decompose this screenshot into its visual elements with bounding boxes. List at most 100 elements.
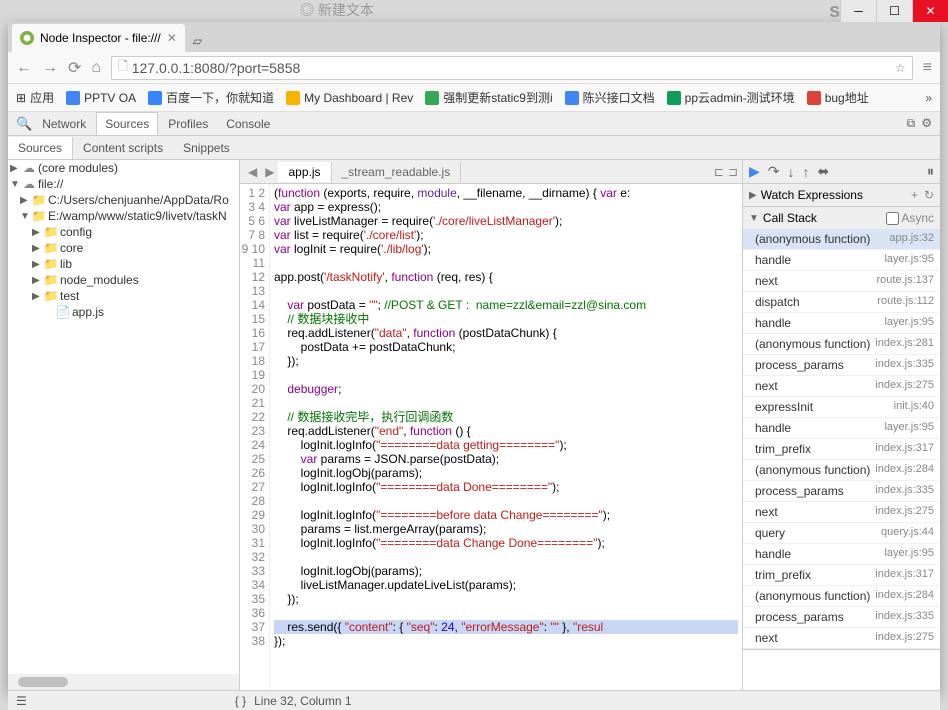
stack-frame[interactable]: nextroute.js:137 xyxy=(743,271,940,292)
tree-item-core-modules[interactable]: ▶☁(core modules) xyxy=(8,160,239,176)
drawer-toggle-icon[interactable]: ⧉ xyxy=(907,116,916,131)
add-watch-icon[interactable]: + xyxy=(911,188,918,202)
stack-frame[interactable]: handle layer.js:95 xyxy=(743,313,940,334)
stack-frame[interactable]: process_paramsindex.js:335 xyxy=(743,355,940,376)
home-button[interactable]: ⌂ xyxy=(91,59,101,77)
stack-frame[interactable]: handlelayer.js:95 xyxy=(743,418,940,439)
stack-frame[interactable]: trim_prefixindex.js:317 xyxy=(743,439,940,460)
callstack-header[interactable]: ▼ Call Stack Async xyxy=(743,207,940,229)
watch-section: ▶ Watch Expressions + ↻ xyxy=(743,184,940,207)
apps-button[interactable]: ⊞ 应用 xyxy=(16,89,54,106)
resume-button[interactable]: ▶ xyxy=(749,163,760,180)
settings-icon[interactable]: ⚙ xyxy=(921,116,932,131)
line-gutter: 1 2 3 4 5 6 7 8 9 10 11 12 13 14 15 16 1… xyxy=(240,184,270,690)
tree-item-appjs[interactable]: 📄app.js xyxy=(8,304,239,320)
bookmark-item[interactable]: 百度一下，你就知道 xyxy=(148,89,274,106)
sources-tab[interactable]: Sources xyxy=(96,112,158,135)
profiles-tab[interactable]: Profiles xyxy=(160,113,216,135)
url-field[interactable]: 🗋 127.0.0.1:8080/?port=5858 ☆ xyxy=(111,56,913,80)
editor-tab-stream[interactable]: _stream_readable.js xyxy=(332,162,462,182)
bookmark-icon xyxy=(148,91,162,105)
close-window-button[interactable]: ✕ xyxy=(912,0,948,22)
stack-frame[interactable]: (anonymous function)index.js:284 xyxy=(743,460,940,481)
step-out-button[interactable]: ↑ xyxy=(803,164,810,180)
stack-frame[interactable]: handlelayer.js:95 xyxy=(743,250,940,271)
stack-fn-name: handle xyxy=(755,421,791,435)
async-checkbox[interactable]: Async xyxy=(886,211,934,225)
snippets-subtab[interactable]: Snippets xyxy=(173,137,240,159)
stack-frame[interactable]: nextindex.js:275 xyxy=(743,628,940,649)
stack-frame[interactable]: nextindex.js:275 xyxy=(743,502,940,523)
stack-frame[interactable]: process_paramsindex.js:335 xyxy=(743,607,940,628)
toggle-panel-icon[interactable]: ⊐ xyxy=(728,165,738,179)
tree-item-test[interactable]: ▶📁test xyxy=(8,288,239,304)
pause-exceptions-button[interactable]: ⏸ xyxy=(927,163,934,180)
devtools-toolbar: 🔍 Network Sources Profiles Console ⧉ ⚙ xyxy=(8,112,940,136)
stack-frame[interactable]: expressInit init.js:40 xyxy=(743,397,940,418)
tree-item-config[interactable]: ▶📁config xyxy=(8,224,239,240)
node-icon: ⬢ xyxy=(20,31,34,45)
stack-fn-name: next xyxy=(755,505,778,519)
stack-frame[interactable]: trim_prefixindex.js:317 xyxy=(743,565,940,586)
inspect-icon[interactable]: 🔍 xyxy=(16,116,32,132)
bookmark-star-icon[interactable]: ☆ xyxy=(895,61,906,75)
tree-item-core[interactable]: ▶📁core xyxy=(8,240,239,256)
back-button[interactable]: ← xyxy=(16,59,32,77)
bookmark-item[interactable]: My Dashboard | Rev xyxy=(286,91,413,105)
bookmark-item[interactable]: 陈兴接口文档 xyxy=(565,89,655,106)
bookmark-item[interactable]: pp云admin-测试环境 xyxy=(667,89,795,106)
stack-location: layer.js:95 xyxy=(884,316,934,330)
reload-button[interactable]: ⟳ xyxy=(68,58,81,78)
sources-subtab[interactable]: Sources xyxy=(8,137,73,159)
stack-fn-name: handle xyxy=(755,316,791,330)
console-tab[interactable]: Console xyxy=(218,113,278,135)
browser-tab[interactable]: ⬢ Node Inspector - file:/// ✕ xyxy=(12,24,185,52)
forward-button[interactable]: → xyxy=(42,59,58,77)
folder-icon: 📁 xyxy=(32,193,46,207)
stack-frame[interactable]: dispatchroute.js:112 xyxy=(743,292,940,313)
tree-item-path[interactable]: ▼📁E:/wamp/www/static9/livetv/taskN xyxy=(8,208,239,224)
code-content[interactable]: (function (exports, require, module, __f… xyxy=(270,184,742,690)
stack-frame[interactable]: queryquery.js:44 xyxy=(743,523,940,544)
maximize-button[interactable]: ☐ xyxy=(876,0,912,22)
code-area[interactable]: 1 2 3 4 5 6 7 8 9 10 11 12 13 14 15 16 1… xyxy=(240,184,742,690)
stack-frame[interactable]: handlelayer.js:95 xyxy=(743,544,940,565)
stack-fn-name: expressInit xyxy=(755,400,813,414)
stack-frame[interactable]: (anonymous function)index.js:284 xyxy=(743,586,940,607)
editor-tab-appjs[interactable]: app.js xyxy=(278,162,331,182)
minimize-button[interactable]: ─ xyxy=(840,0,876,22)
next-tab-icon[interactable]: ▶ xyxy=(261,165,278,179)
step-over-button[interactable]: ↷ xyxy=(768,163,780,180)
menu-button[interactable]: ≡ xyxy=(923,59,932,77)
bookmark-bar: ⊞ 应用 PPTV OA 百度一下，你就知道 My Dashboard | Re… xyxy=(8,84,940,112)
tree-item-lib[interactable]: ▶📁lib xyxy=(8,256,239,272)
bookmark-overflow-button[interactable]: » xyxy=(925,91,932,105)
stack-location: init.js:40 xyxy=(894,400,934,414)
bookmark-item[interactable]: 强制更新static9到测i xyxy=(425,89,552,106)
stack-fn-name: process_params xyxy=(755,484,844,498)
stack-frame[interactable]: process_paramsindex.js:335 xyxy=(743,481,940,502)
bookmark-item[interactable]: PPTV OA xyxy=(66,91,136,105)
close-tab-icon[interactable]: ✕ xyxy=(167,31,177,45)
new-tab-button[interactable]: ▱ xyxy=(185,30,210,52)
bookmark-item[interactable]: bug地址 xyxy=(807,89,869,106)
tree-item-path[interactable]: ▶📁C:/Users/chenjuanhe/AppData/Ro xyxy=(8,192,239,208)
debug-panel: ▶ ↷ ↓ ↑ ⬌ ⏸ ▶ Watch Expressions + ↻ xyxy=(743,160,940,690)
tree-item-file[interactable]: ▼☁file:// xyxy=(8,176,239,192)
watch-header[interactable]: ▶ Watch Expressions + ↻ xyxy=(743,184,940,206)
toggle-sidebar-icon[interactable]: ⊏ xyxy=(714,165,724,179)
stack-location: query.js:44 xyxy=(881,526,934,540)
stack-frame[interactable]: nextindex.js:275 xyxy=(743,376,940,397)
tree-item-node-modules[interactable]: ▶📁node_modules xyxy=(8,272,239,288)
prev-tab-icon[interactable]: ◀ xyxy=(244,165,261,179)
stack-frame[interactable]: (anonymous function)index.js:281 xyxy=(743,334,940,355)
network-tab[interactable]: Network xyxy=(34,113,94,135)
sidebar-scrollbar[interactable] xyxy=(8,674,239,690)
stack-location: index.js:335 xyxy=(875,610,934,624)
stack-frame[interactable]: (anonymous function)app.js:32 xyxy=(743,229,940,250)
step-into-button[interactable]: ↓ xyxy=(788,164,795,180)
refresh-watch-icon[interactable]: ↻ xyxy=(924,188,934,202)
content-scripts-subtab[interactable]: Content scripts xyxy=(73,137,173,159)
deactivate-breakpoints-button[interactable]: ⬌ xyxy=(818,163,830,180)
stack-location: app.js:32 xyxy=(889,232,934,246)
